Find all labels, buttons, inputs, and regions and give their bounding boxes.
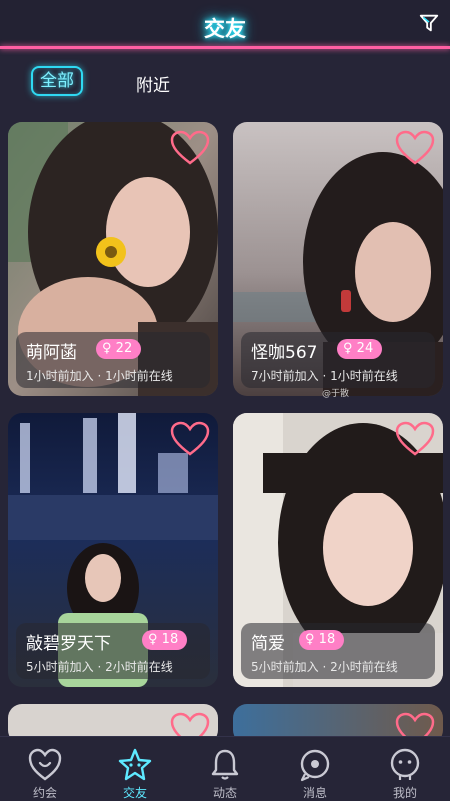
card-info-panel: 萌阿菡 ♀ 22 1小时前加入 · 1小时前在线 — [16, 332, 210, 388]
female-icon: ♀ — [148, 632, 158, 647]
activity-status: 5小时前加入 · 2小时前在线 — [26, 660, 173, 674]
age-badge: ♀ 18 — [142, 630, 188, 650]
card-info-panel: 怪咖567 ♀ 24 7小时前加入 · 1小时前在线 — [241, 332, 435, 388]
user-name: 简爱 — [251, 634, 285, 654]
nav-label: 约会 — [32, 786, 57, 800]
user-card[interactable]: 萌阿菡 ♀ 22 1小时前加入 · 1小时前在线 — [8, 122, 218, 396]
user-card[interactable]: 敲碧罗天下 ♀ 18 5小时前加入 · 2小时前在线 — [8, 413, 218, 687]
nav-label: 交友 — [122, 786, 147, 800]
age-value: 24 — [356, 341, 374, 356]
favorite-heart-icon[interactable] — [395, 421, 435, 457]
nav-label: 我的 — [392, 786, 417, 800]
profile-icon — [390, 748, 420, 780]
bottom-nav: 约会 交友 动态 消息 我的 — [0, 736, 450, 801]
top-bar: 交友 — [0, 0, 450, 48]
user-card[interactable]: 简爱 ♀ 18 5小时前加入 · 2小时前在线 — [233, 413, 443, 687]
female-icon: ♀ — [305, 632, 315, 647]
female-icon: ♀ — [102, 341, 112, 356]
age-value: 18 — [161, 632, 179, 647]
user-card[interactable]: 怪咖567 ♀ 24 7小时前加入 · 1小时前在线 — [233, 122, 443, 396]
activity-status: 1小时前加入 · 1小时前在线 — [26, 369, 173, 383]
user-name: 萌阿菡 — [26, 343, 77, 363]
activity-status: 5小时前加入 · 2小时前在线 — [251, 660, 398, 674]
tab-all[interactable]: 全部 — [31, 66, 83, 96]
card-info-panel: 简爱 ♀ 18 5小时前加入 · 2小时前在线 — [241, 623, 435, 679]
nav-item-friends[interactable]: 交友 — [90, 737, 180, 801]
watermark: @于散 — [322, 389, 350, 399]
user-name: 怪咖567 — [251, 343, 318, 363]
nav-item-messages[interactable]: 消息 — [270, 737, 360, 801]
age-value: 18 — [318, 632, 336, 647]
age-badge: ♀ 18 — [299, 630, 345, 650]
age-badge: ♀ 24 — [337, 339, 383, 359]
user-name: 敲碧罗天下 — [26, 634, 111, 654]
favorite-heart-icon[interactable] — [170, 421, 210, 457]
age-value: 22 — [115, 341, 133, 356]
tab-nearby[interactable]: 附近 — [136, 71, 170, 96]
header-divider — [0, 46, 450, 49]
favorite-heart-icon[interactable] — [170, 130, 210, 166]
activity-status: 7小时前加入 · 1小时前在线 — [251, 369, 398, 383]
favorite-heart-icon[interactable] — [395, 130, 435, 166]
message-icon — [300, 749, 330, 782]
bell-icon — [211, 749, 239, 780]
nav-item-dating[interactable]: 约会 — [0, 737, 90, 801]
filter-icon[interactable] — [418, 12, 440, 34]
nav-item-moments[interactable]: 动态 — [180, 737, 270, 801]
female-icon: ♀ — [343, 341, 353, 356]
nav-label: 消息 — [302, 786, 327, 800]
nav-item-profile[interactable]: 我的 — [360, 737, 450, 801]
nav-label: 动态 — [212, 786, 237, 800]
age-badge: ♀ 22 — [96, 339, 142, 359]
star-icon — [118, 748, 152, 781]
heart-icon — [28, 748, 62, 781]
page-title: 交友 — [204, 17, 246, 41]
card-info-panel: 敲碧罗天下 ♀ 18 5小时前加入 · 2小时前在线 — [16, 623, 210, 679]
